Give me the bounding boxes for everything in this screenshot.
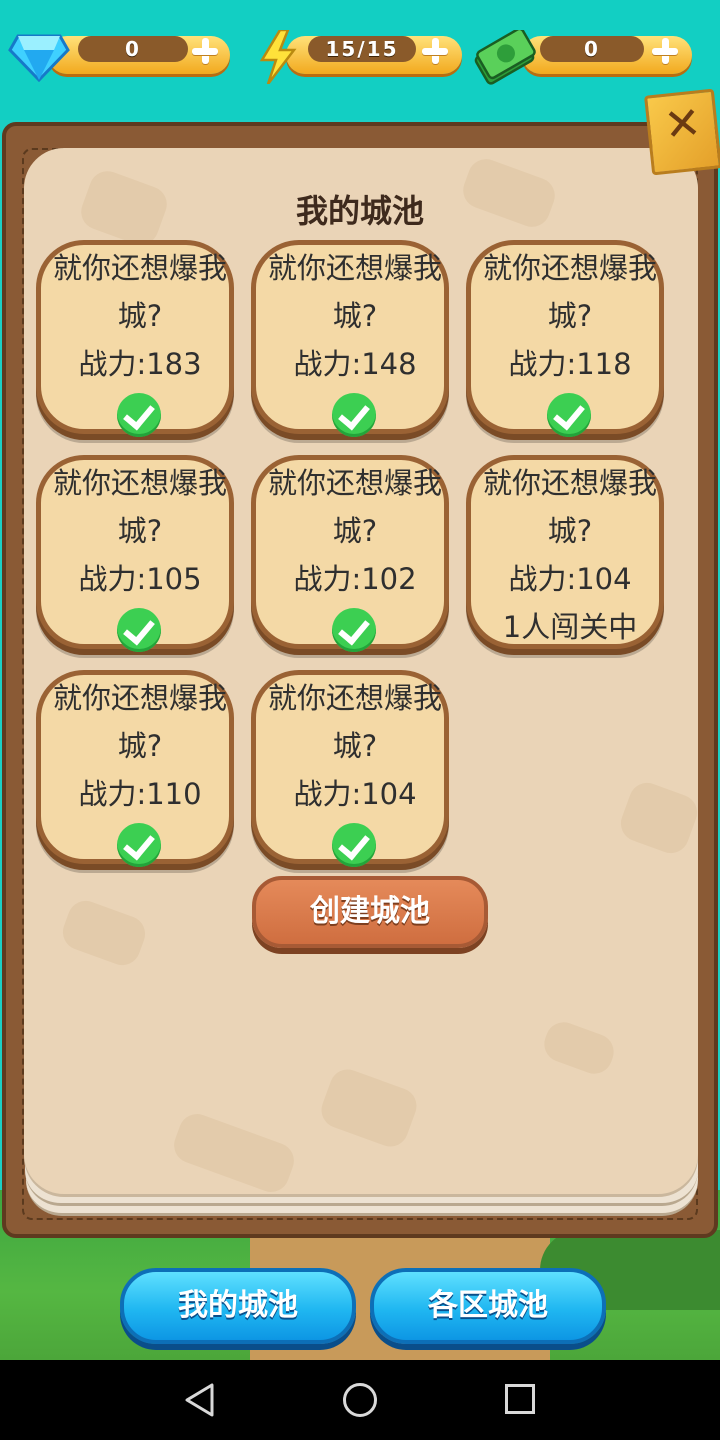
- check-icon: [117, 823, 161, 867]
- city-power: 战力:110: [78, 777, 202, 811]
- city-card[interactable]: 就你还想爆我 城? 战力:104 1人闯关中: [466, 455, 664, 649]
- city-name-line1: 就你还想爆我: [267, 251, 442, 285]
- city-card[interactable]: 就你还想爆我 城? 战力:148: [251, 240, 449, 437]
- cash-counter: 0: [472, 30, 692, 85]
- city-status: 1人闯关中: [502, 610, 638, 644]
- tab-my-cities[interactable]: 我的城池: [120, 1268, 356, 1344]
- city-name-line1: 就你还想爆我: [52, 681, 227, 715]
- city-card[interactable]: 就你还想爆我 城? 战力:105: [36, 455, 234, 652]
- cash-icon: [474, 30, 536, 85]
- check-icon: [332, 393, 376, 437]
- android-nav-bar: [0, 1360, 720, 1440]
- city-power: 战力:105: [78, 562, 202, 596]
- city-card[interactable]: 就你还想爆我 城? 战力:183: [36, 240, 234, 437]
- city-name-line2: 城?: [547, 514, 593, 548]
- check-icon: [332, 608, 376, 652]
- add-gems-button[interactable]: [190, 36, 220, 66]
- check-icon: [117, 393, 161, 437]
- energy-count: 15/15: [308, 36, 416, 62]
- gem-count: 0: [78, 36, 188, 62]
- back-icon[interactable]: [184, 1382, 216, 1418]
- city-name-line1: 就你还想爆我: [267, 466, 442, 500]
- city-name-line2: 城?: [117, 514, 163, 548]
- energy-counter: 15/15: [258, 30, 462, 84]
- city-card[interactable]: 就你还想爆我 城? 战力:104: [251, 670, 449, 867]
- city-power: 战力:102: [293, 562, 417, 596]
- city-name-line2: 城?: [332, 514, 378, 548]
- city-card[interactable]: 就你还想爆我 城? 战力:102: [251, 455, 449, 652]
- city-power: 战力:104: [293, 777, 417, 811]
- city-name-line1: 就你还想爆我: [267, 681, 442, 715]
- city-name-line1: 就你还想爆我: [52, 466, 227, 500]
- city-name-line2: 城?: [117, 299, 163, 333]
- cash-count: 0: [540, 36, 644, 62]
- panel-title: 我的城池: [295, 192, 424, 230]
- home-icon[interactable]: [343, 1383, 377, 1417]
- check-icon: [332, 823, 376, 867]
- top-resource-bar: 0 15/15 0: [0, 0, 720, 120]
- add-energy-button[interactable]: [420, 36, 450, 66]
- recent-apps-icon[interactable]: [505, 1384, 535, 1414]
- create-city-button[interactable]: 创建城池: [252, 876, 488, 948]
- city-power: 战力:183: [78, 347, 202, 381]
- check-icon: [117, 608, 161, 652]
- city-name-line2: 城?: [547, 299, 593, 333]
- city-power: 战力:118: [508, 347, 632, 381]
- close-icon: ✕: [661, 97, 704, 152]
- city-name-line2: 城?: [332, 299, 378, 333]
- city-name-line1: 就你还想爆我: [482, 466, 657, 500]
- city-card[interactable]: 就你还想爆我 城? 战力:110: [36, 670, 234, 867]
- tab-region-cities[interactable]: 各区城池: [370, 1268, 606, 1344]
- lightning-icon: [259, 30, 297, 84]
- close-button[interactable]: ✕: [644, 88, 720, 176]
- city-name-line2: 城?: [332, 729, 378, 763]
- city-power: 战力:148: [293, 347, 417, 381]
- city-name-line1: 就你还想爆我: [482, 251, 657, 285]
- gem-counter: 0: [8, 30, 230, 82]
- diamond-icon: [8, 34, 70, 82]
- city-card[interactable]: 就你还想爆我 城? 战力:118: [466, 240, 664, 437]
- add-cash-button[interactable]: [650, 36, 680, 66]
- city-name-line1: 就你还想爆我: [52, 251, 227, 285]
- city-power: 战力:104: [508, 562, 632, 596]
- city-name-line2: 城?: [117, 729, 163, 763]
- check-icon: [547, 393, 591, 437]
